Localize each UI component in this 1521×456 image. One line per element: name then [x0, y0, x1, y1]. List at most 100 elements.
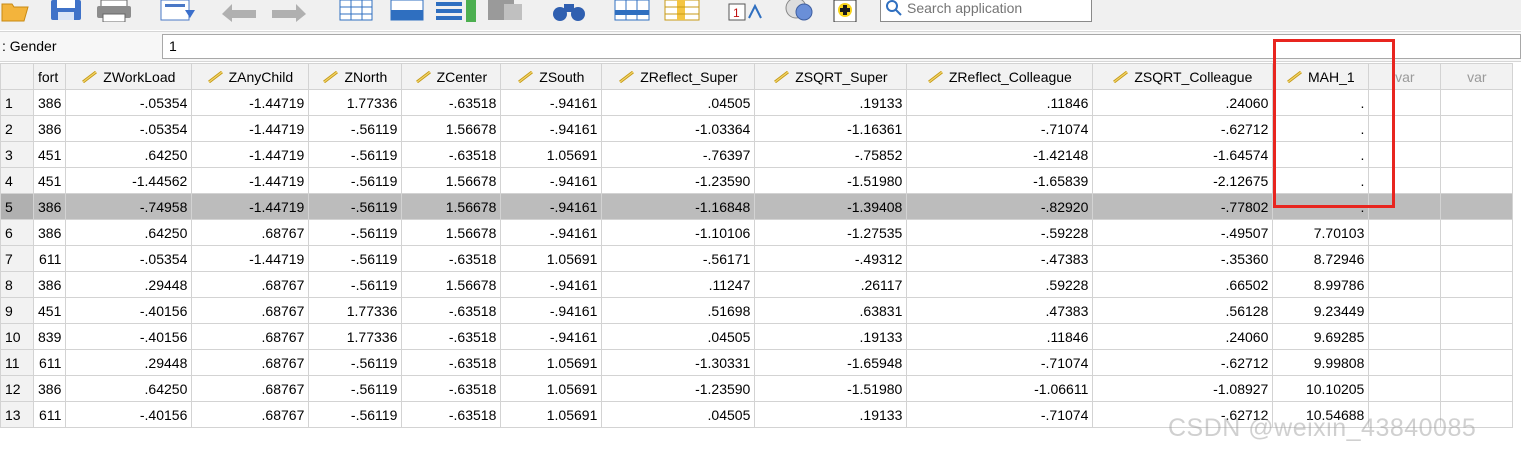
data-cell[interactable]: .51698: [601, 297, 756, 324]
data-cell[interactable]: 451: [32, 141, 67, 168]
empty-cell[interactable]: [1440, 141, 1514, 168]
data-cell[interactable]: -.05354: [65, 115, 193, 142]
row-number[interactable]: 10: [0, 323, 34, 350]
data-cell[interactable]: .19133: [754, 401, 908, 428]
data-cell[interactable]: .04505: [601, 401, 756, 428]
data-cell[interactable]: -1.44562: [65, 167, 193, 194]
data-cell[interactable]: .11247: [601, 271, 756, 298]
goto-variable-icon[interactable]: [386, 0, 428, 22]
data-cell[interactable]: 1.05691: [500, 349, 603, 376]
row-number[interactable]: 6: [0, 219, 34, 246]
data-cell[interactable]: -1.65948: [754, 349, 908, 376]
empty-cell[interactable]: [1368, 297, 1442, 324]
empty-cell[interactable]: [1368, 219, 1442, 246]
table-row[interactable]: 1 386 -.05354 -1.44719 1.77336 -.63518 -.94161…: [0, 89, 1514, 116]
data-cell[interactable]: 386: [32, 271, 67, 298]
data-cell[interactable]: -.63518: [401, 323, 502, 350]
data-cell[interactable]: -.63518: [401, 375, 502, 402]
data-cell[interactable]: -.71074: [906, 349, 1094, 376]
column-header[interactable]: fort: [32, 63, 67, 90]
data-cell[interactable]: -1.27535: [754, 219, 908, 246]
empty-cell[interactable]: [1440, 349, 1514, 376]
data-cell[interactable]: -.94161: [500, 219, 603, 246]
data-cell[interactable]: .47383: [906, 297, 1094, 324]
redo-icon[interactable]: [268, 0, 312, 22]
data-cell[interactable]: -1.42148: [906, 141, 1094, 168]
insert-cases-icon[interactable]: [612, 0, 654, 22]
table-row[interactable]: 2 386 -.05354 -1.44719 -.56119 1.56678 -.94161…: [0, 115, 1514, 142]
data-cell[interactable]: .64250: [65, 219, 193, 246]
empty-cell[interactable]: [1440, 323, 1514, 350]
data-cell[interactable]: -.63518: [401, 297, 502, 324]
empty-cell[interactable]: [1440, 115, 1514, 142]
data-cell[interactable]: .68767: [191, 375, 310, 402]
table-row[interactable]: 6 386.64250.68767 -.56119 1.56678 -.94161 -1.…: [0, 219, 1514, 246]
data-cell[interactable]: 386: [32, 193, 67, 220]
data-cell[interactable]: -.94161: [500, 297, 603, 324]
row-number[interactable]: 4: [0, 167, 34, 194]
data-cell[interactable]: -.94161: [500, 115, 603, 142]
data-cell[interactable]: 7.70103: [1272, 219, 1370, 246]
table-row[interactable]: 3 451.64250 -1.44719 -.56119 -.63518 1.05691-…: [0, 141, 1514, 168]
data-cell[interactable]: -.56119: [308, 271, 403, 298]
binoculars-icon[interactable]: [550, 0, 590, 22]
data-cell[interactable]: .: [1272, 115, 1370, 142]
data-cell[interactable]: 9.23449: [1272, 297, 1370, 324]
empty-cell[interactable]: [1368, 89, 1442, 116]
data-cell[interactable]: -1.03364: [601, 115, 756, 142]
data-cell[interactable]: -.35360: [1092, 245, 1274, 272]
column-header[interactable]: ZCenter: [401, 63, 502, 90]
data-cell[interactable]: .68767: [191, 323, 310, 350]
table-row[interactable]: 5 386 -.74958 -1.44719 -.56119 1.56678 -.94161…: [0, 193, 1514, 220]
empty-variable-header[interactable]: var: [1368, 63, 1442, 90]
data-cell[interactable]: -.59228: [906, 219, 1094, 246]
data-cell[interactable]: -.71074: [906, 401, 1094, 428]
data-cell[interactable]: -.56119: [308, 401, 403, 428]
data-cell[interactable]: -1.23590: [601, 167, 756, 194]
data-cell[interactable]: -.56119: [308, 375, 403, 402]
row-number[interactable]: 11: [0, 349, 34, 376]
data-cell[interactable]: -.40156: [65, 323, 193, 350]
data-cell[interactable]: .64250: [65, 375, 193, 402]
data-cell[interactable]: 9.69285: [1272, 323, 1370, 350]
data-cell[interactable]: .26117: [754, 271, 908, 298]
data-cell[interactable]: -1.44719: [191, 167, 310, 194]
data-cell[interactable]: -.94161: [500, 89, 603, 116]
column-header[interactable]: ZAnyChild: [191, 63, 310, 90]
data-cell[interactable]: 1.05691: [500, 375, 603, 402]
table-row[interactable]: 9 451 -.40156.68767 1.77336 -.63518 -.94161.5…: [0, 297, 1514, 324]
row-number[interactable]: 2: [0, 115, 34, 142]
data-cell[interactable]: -.94161: [500, 193, 603, 220]
find-icon[interactable]: [484, 0, 528, 22]
data-cell[interactable]: -.63518: [401, 349, 502, 376]
empty-cell[interactable]: [1368, 271, 1442, 298]
insert-variable-icon[interactable]: [662, 0, 704, 22]
data-cell[interactable]: 1.77336: [308, 297, 403, 324]
column-header[interactable]: ZSQRT_Super: [754, 63, 908, 90]
data-cell[interactable]: 611: [32, 245, 67, 272]
data-cell[interactable]: -1.51980: [754, 167, 908, 194]
data-cell[interactable]: .68767: [191, 401, 310, 428]
data-cell[interactable]: 1.05691: [500, 245, 603, 272]
recall-dialog-icon[interactable]: [155, 0, 199, 22]
goto-case-icon[interactable]: [335, 0, 377, 22]
data-cell[interactable]: .63831: [754, 297, 908, 324]
data-cell[interactable]: 1.56678: [401, 193, 502, 220]
empty-cell[interactable]: [1368, 245, 1442, 272]
data-cell[interactable]: -.82920: [906, 193, 1094, 220]
empty-cell[interactable]: [1440, 89, 1514, 116]
empty-cell[interactable]: [1368, 349, 1442, 376]
data-cell[interactable]: .68767: [191, 297, 310, 324]
data-cell[interactable]: -.56119: [308, 219, 403, 246]
row-number[interactable]: 5: [0, 193, 34, 220]
data-cell[interactable]: 1.05691: [500, 141, 603, 168]
data-cell[interactable]: -.76397: [601, 141, 756, 168]
data-cell[interactable]: .11846: [906, 323, 1094, 350]
empty-cell[interactable]: [1368, 141, 1442, 168]
table-row[interactable]: 7 611 -.05354 -1.44719 -.56119 -.63518 1.05691…: [0, 245, 1514, 272]
empty-cell[interactable]: [1368, 115, 1442, 142]
data-cell[interactable]: .: [1272, 141, 1370, 168]
data-cell[interactable]: 9.99808: [1272, 349, 1370, 376]
column-header[interactable]: ZWorkLoad: [65, 63, 193, 90]
data-cell[interactable]: -1.44719: [191, 89, 310, 116]
